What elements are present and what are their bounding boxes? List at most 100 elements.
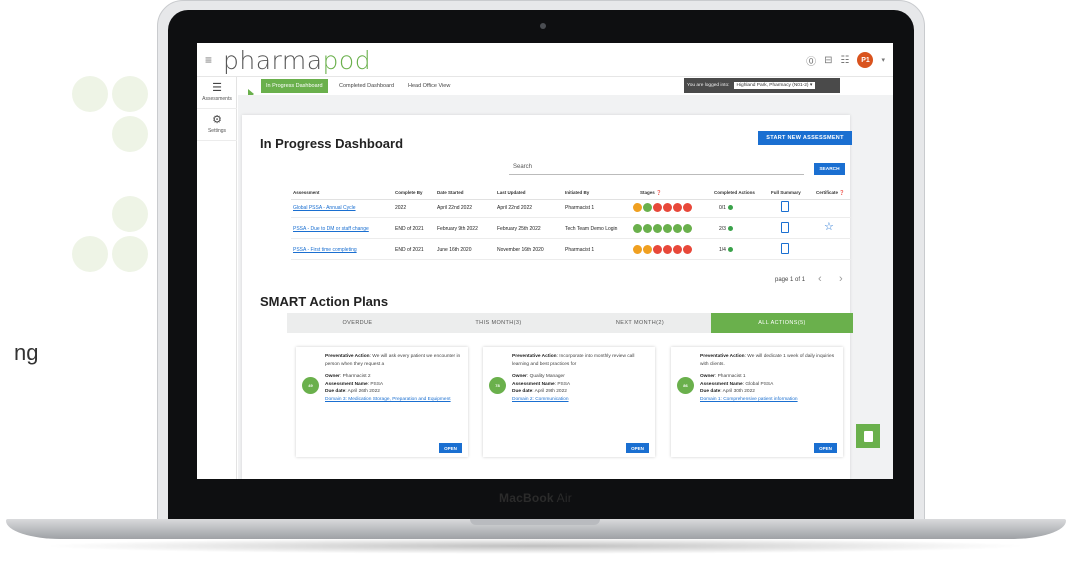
tab-overdue[interactable]: OVERDUE xyxy=(287,313,428,333)
chevron-left-icon[interactable]: ‹ xyxy=(818,273,822,285)
action-label: Preventative Action xyxy=(325,354,370,359)
stage-dot[interactable] xyxy=(643,203,652,212)
stage-dot[interactable] xyxy=(663,203,672,212)
domain-link[interactable]: Domain 3: Medication Storage, Preparatio… xyxy=(325,396,461,404)
background-text-fragment: ng xyxy=(14,340,39,365)
document-icon[interactable] xyxy=(781,201,789,212)
action-due-date: Due date: April 26th 2022 xyxy=(325,388,461,396)
chat-button[interactable] xyxy=(856,424,880,448)
stage-dot[interactable] xyxy=(673,245,682,254)
app-content-layer: In Progress Dashboard START NEW ASSESSME… xyxy=(197,43,893,479)
completed-actions-value: 1/4 xyxy=(719,247,726,253)
domain-link[interactable]: Domain 2: Communication xyxy=(512,396,648,404)
action-description: Preventative Action: We will dedicate 1 … xyxy=(700,353,836,368)
info-icon[interactable] xyxy=(727,205,733,211)
completed-actions: 0/1 xyxy=(719,205,733,211)
help-icon[interactable]: ❓ xyxy=(839,190,845,195)
table-row: PSSA - Due to DM or staff change END of 2… xyxy=(291,219,851,239)
action-owner: Owner: Pharmacist 1 xyxy=(700,373,836,381)
completed-actions-value: 2/3 xyxy=(719,226,726,232)
laptop-model: Air xyxy=(556,491,572,505)
open-button[interactable]: OPEN xyxy=(626,443,649,453)
pagination-label: page 1 of 1 xyxy=(775,277,806,283)
action-due-date: Due date: April 30th 2022 xyxy=(700,388,836,396)
table-row: PSSA - First time completing END of 2021 J… xyxy=(291,240,851,260)
stage-dot[interactable] xyxy=(633,224,642,233)
search-input[interactable]: Search xyxy=(509,163,804,175)
owner-value: : Quality Manager xyxy=(526,374,565,379)
stage-dot[interactable] xyxy=(653,224,662,233)
owner-label: Owner xyxy=(700,374,715,379)
smart-action-plans-title: SMART Action Plans xyxy=(260,294,389,309)
assessment-link[interactable]: PSSA - Due to DM or staff change xyxy=(293,226,369,232)
stage-dot[interactable] xyxy=(643,245,652,254)
tab-next-month[interactable]: NEXT MONTH(2) xyxy=(569,313,711,333)
action-label: Preventative Action xyxy=(512,354,557,359)
assessment-label: Assessment Name xyxy=(700,381,743,387)
stage-dot[interactable] xyxy=(683,224,692,233)
cell-initiated-by: Pharmacist 1 xyxy=(565,205,595,211)
document-icon[interactable] xyxy=(781,243,789,254)
stage-dot[interactable] xyxy=(633,245,642,254)
column-header-certificate-label: Certificate xyxy=(816,190,839,195)
assessment-link[interactable]: PSSA - First time completing xyxy=(293,247,357,253)
open-button[interactable]: OPEN xyxy=(814,443,837,453)
tab-this-month[interactable]: THIS MONTH(3) xyxy=(428,313,569,333)
stage-dot[interactable] xyxy=(633,203,642,212)
bg-dot xyxy=(72,236,108,272)
action-description: Preventative Action: We will ask every p… xyxy=(325,353,461,368)
stage-indicators xyxy=(633,224,692,233)
stage-dot[interactable] xyxy=(683,203,692,212)
owner-value: : Pharmacist 2 xyxy=(339,374,371,379)
stage-dot[interactable] xyxy=(653,245,662,254)
action-details: Preventative Action: We will dedicate 1 … xyxy=(700,353,836,403)
owner-label: Owner xyxy=(512,374,527,379)
document-icon[interactable] xyxy=(781,222,789,233)
stage-dot[interactable] xyxy=(673,203,682,212)
action-card: 49 Preventative Action: We will ask every… xyxy=(296,347,468,457)
camera-icon xyxy=(540,23,546,29)
info-icon[interactable] xyxy=(727,226,733,232)
column-header-initiated-by[interactable]: Initiated By xyxy=(565,190,589,195)
assessment-value: : PSSA xyxy=(367,381,384,387)
laptop-shadow xyxy=(40,538,1030,554)
due-value: : April 29th 2022 xyxy=(532,389,567,394)
chevron-right-icon[interactable]: › xyxy=(839,273,843,285)
stage-dot[interactable] xyxy=(663,245,672,254)
stage-dot[interactable] xyxy=(653,203,662,212)
completed-actions: 1/4 xyxy=(719,247,733,253)
stage-dot[interactable] xyxy=(673,224,682,233)
assessment-link[interactable]: Global PSSA - Annual Cycle xyxy=(293,205,356,211)
chat-icon xyxy=(863,430,873,442)
action-due-date: Due date: April 29th 2022 xyxy=(512,388,648,396)
laptop-notch xyxy=(470,519,600,525)
owner-label: Owner xyxy=(325,374,340,379)
stage-dot[interactable] xyxy=(663,224,672,233)
action-assessment: Assessment Name: Global PSSA xyxy=(700,381,836,389)
assessment-value: : PSSA xyxy=(554,381,571,387)
column-header-completed-actions[interactable]: Completed Actions xyxy=(714,190,755,195)
open-button[interactable]: OPEN xyxy=(439,443,462,453)
column-header-full-summary[interactable]: Full Summary xyxy=(771,190,801,195)
search-button[interactable]: SEARCH xyxy=(814,163,845,175)
column-header-last-updated[interactable]: Last Updated xyxy=(497,190,526,195)
stage-indicators xyxy=(633,245,692,254)
info-icon[interactable] xyxy=(727,247,733,253)
column-header-stages[interactable]: Stages ❓ xyxy=(640,190,662,196)
action-details: Preventative Action: Incorporate into mo… xyxy=(512,353,648,403)
column-header-certificate[interactable]: Certificate ❓ xyxy=(816,190,845,196)
action-plan-tabs: OVERDUE THIS MONTH(3) NEXT MONTH(2) ALL … xyxy=(287,313,853,333)
column-header-assessment[interactable]: Assessment xyxy=(293,190,320,195)
help-icon[interactable]: ❓ xyxy=(656,190,662,195)
tab-all-actions[interactable]: ALL ACTIONS(5) xyxy=(711,313,853,333)
cell-complete-by: END of 2021 xyxy=(395,247,424,253)
column-header-complete-by[interactable]: Complete By xyxy=(395,190,423,195)
stage-dot[interactable] xyxy=(683,245,692,254)
due-value: : April 30th 2022 xyxy=(720,389,755,394)
column-header-date-started[interactable]: Date Started xyxy=(437,190,464,195)
start-new-assessment-button[interactable]: START NEW ASSESSMENT xyxy=(758,131,852,145)
stage: ng MacBook Air ≡ pharmapod ⓪ ⊟ ☷ P1 ▾ ☰ … xyxy=(0,0,1071,563)
star-icon[interactable]: ☆ xyxy=(824,220,834,234)
stage-dot[interactable] xyxy=(643,224,652,233)
domain-link[interactable]: Domain 1: Comprehensive patient informat… xyxy=(700,396,836,404)
